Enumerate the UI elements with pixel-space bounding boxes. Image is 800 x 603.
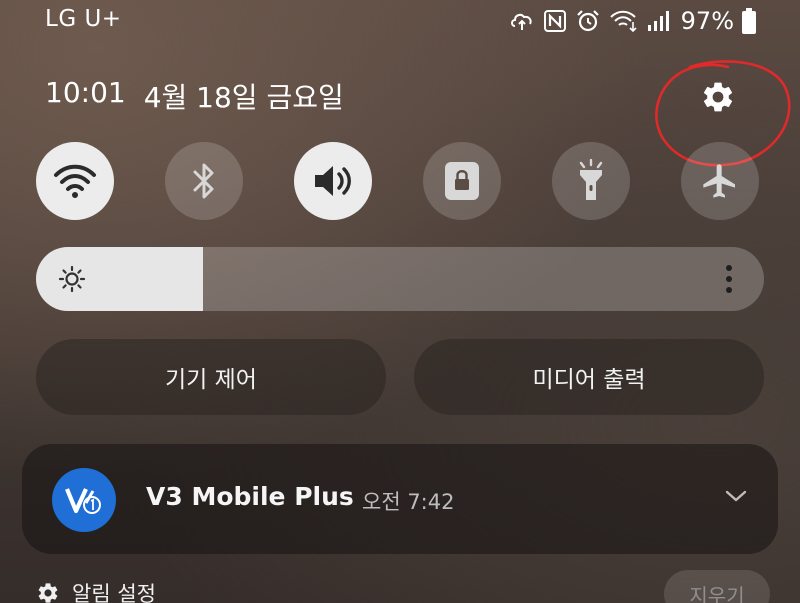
gear-icon [38, 583, 58, 603]
clock-time: 10:01 [45, 76, 126, 109]
carrier-name: LG U+ [45, 6, 122, 32]
wifi-data-icon [609, 10, 637, 33]
app-icon [52, 468, 116, 532]
screen-lock-toggle[interactable] [423, 142, 501, 220]
lock-icon [445, 162, 479, 200]
sound-toggle[interactable] [294, 142, 372, 220]
gear-icon [703, 82, 733, 112]
battery-percentage: 97% [680, 7, 734, 35]
nfc-icon [543, 10, 566, 32]
flashlight-icon [579, 159, 603, 200]
more-vertical-icon[interactable] [724, 263, 734, 295]
notification-time: 오전 7:42 [362, 490, 455, 514]
date-label: 4월 18일 금요일 [143, 81, 344, 114]
v3-logo-icon [65, 488, 101, 514]
cloud-sync-icon [510, 13, 532, 30]
datetime-row: 10:01 4월 18일 금요일 [45, 76, 344, 116]
wifi-icon [54, 164, 96, 198]
status-icons: 97% [509, 6, 756, 36]
battery-icon [742, 8, 756, 34]
airplane-icon [703, 164, 735, 198]
settings-button[interactable] [698, 77, 738, 117]
brightness-slider[interactable] [36, 247, 764, 311]
notification-settings-label: 알림 설정 [72, 582, 156, 603]
clear-all-button[interactable]: 지우기 [664, 570, 770, 603]
signal-icon [647, 11, 669, 31]
sun-icon [58, 265, 86, 293]
bluetooth-icon [193, 163, 214, 199]
notification-card[interactable]: V3 Mobile Plus 오전 7:42 [22, 444, 778, 554]
bluetooth-toggle[interactable] [165, 142, 243, 220]
alarm-icon [576, 10, 599, 32]
device-control-button[interactable]: 기기 제어 [36, 339, 386, 415]
chevron-down-icon[interactable] [724, 488, 748, 504]
speaker-icon [315, 166, 351, 196]
notification-app-name: V3 Mobile Plus [146, 482, 354, 511]
airplane-mode-toggle[interactable] [681, 142, 759, 220]
wifi-toggle[interactable] [36, 142, 114, 220]
notification-settings-button[interactable]: 알림 설정 [36, 578, 156, 603]
flashlight-toggle[interactable] [552, 142, 630, 220]
media-output-button[interactable]: 미디어 출력 [414, 339, 764, 415]
